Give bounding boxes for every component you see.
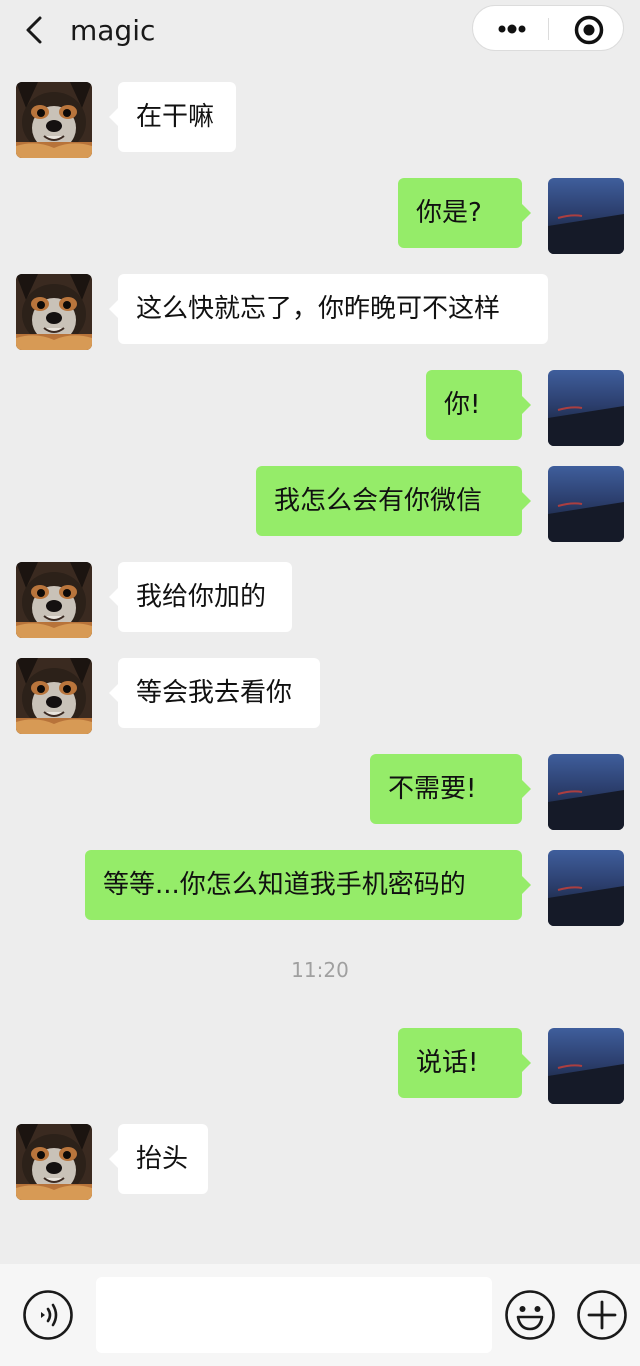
message-bubble[interactable]: 不需要! (370, 754, 531, 824)
message-bubble[interactable]: 我给你加的 (109, 562, 292, 632)
message-bubble[interactable]: 我怎么会有你微信 (256, 466, 531, 536)
sent-message: 等等...你怎么知道我手机密码的 (0, 850, 640, 926)
received-message: 这么快就忘了，你昨晚可不这样 (0, 274, 640, 350)
message-bubble[interactable]: 你! (426, 370, 531, 440)
sent-message: 我怎么会有你微信 (0, 466, 640, 542)
capsule-divider (548, 18, 549, 40)
sent-message: 你! (0, 370, 640, 446)
target-icon[interactable] (573, 14, 605, 46)
contact-avatar[interactable] (16, 658, 92, 734)
chat-header: magic (0, 0, 640, 64)
emoji-icon[interactable] (504, 1289, 556, 1341)
message-bubble[interactable]: 等会我去看你 (109, 658, 320, 728)
my-avatar[interactable] (548, 850, 624, 926)
received-message: 我给你加的 (0, 562, 640, 638)
timestamp: 11:20 (291, 958, 349, 982)
my-avatar[interactable] (548, 754, 624, 830)
received-message: 等会我去看你 (0, 658, 640, 734)
sent-message: 不需要! (0, 754, 640, 830)
chevron-left-icon[interactable] (22, 14, 50, 46)
plus-icon[interactable] (576, 1289, 628, 1341)
message-bubble[interactable]: 这么快就忘了，你昨晚可不这样 (109, 274, 548, 344)
chat-title: magic (70, 14, 156, 47)
sent-message: 说话! (0, 1028, 640, 1104)
received-message: 在干嘛 (0, 82, 640, 158)
message-bubble[interactable]: 在干嘛 (109, 82, 236, 152)
message-bubble[interactable]: 等等...你怎么知道我手机密码的 (85, 850, 531, 920)
input-bar (0, 1264, 640, 1366)
received-message: 抬头 (0, 1124, 640, 1200)
message-input[interactable] (96, 1277, 492, 1353)
message-bubble[interactable]: 抬头 (109, 1124, 208, 1194)
my-avatar[interactable] (548, 466, 624, 542)
message-bubble[interactable]: 你是? (398, 178, 531, 248)
contact-avatar[interactable] (16, 1124, 92, 1200)
chat-screen: magic 在干嘛你是? 这么快就忘了，你昨晚可不这样你! 我怎么会有你微信我给你加… (0, 0, 640, 1366)
more-dots-icon[interactable] (495, 17, 529, 41)
my-avatar[interactable] (548, 178, 624, 254)
contact-avatar[interactable] (16, 274, 92, 350)
contact-avatar[interactable] (16, 82, 92, 158)
contact-avatar[interactable] (16, 562, 92, 638)
voice-icon[interactable] (22, 1289, 74, 1341)
my-avatar[interactable] (548, 1028, 624, 1104)
my-avatar[interactable] (548, 370, 624, 446)
message-bubble[interactable]: 说话! (398, 1028, 531, 1098)
mini-program-capsule (472, 5, 624, 51)
sent-message: 你是? (0, 178, 640, 254)
